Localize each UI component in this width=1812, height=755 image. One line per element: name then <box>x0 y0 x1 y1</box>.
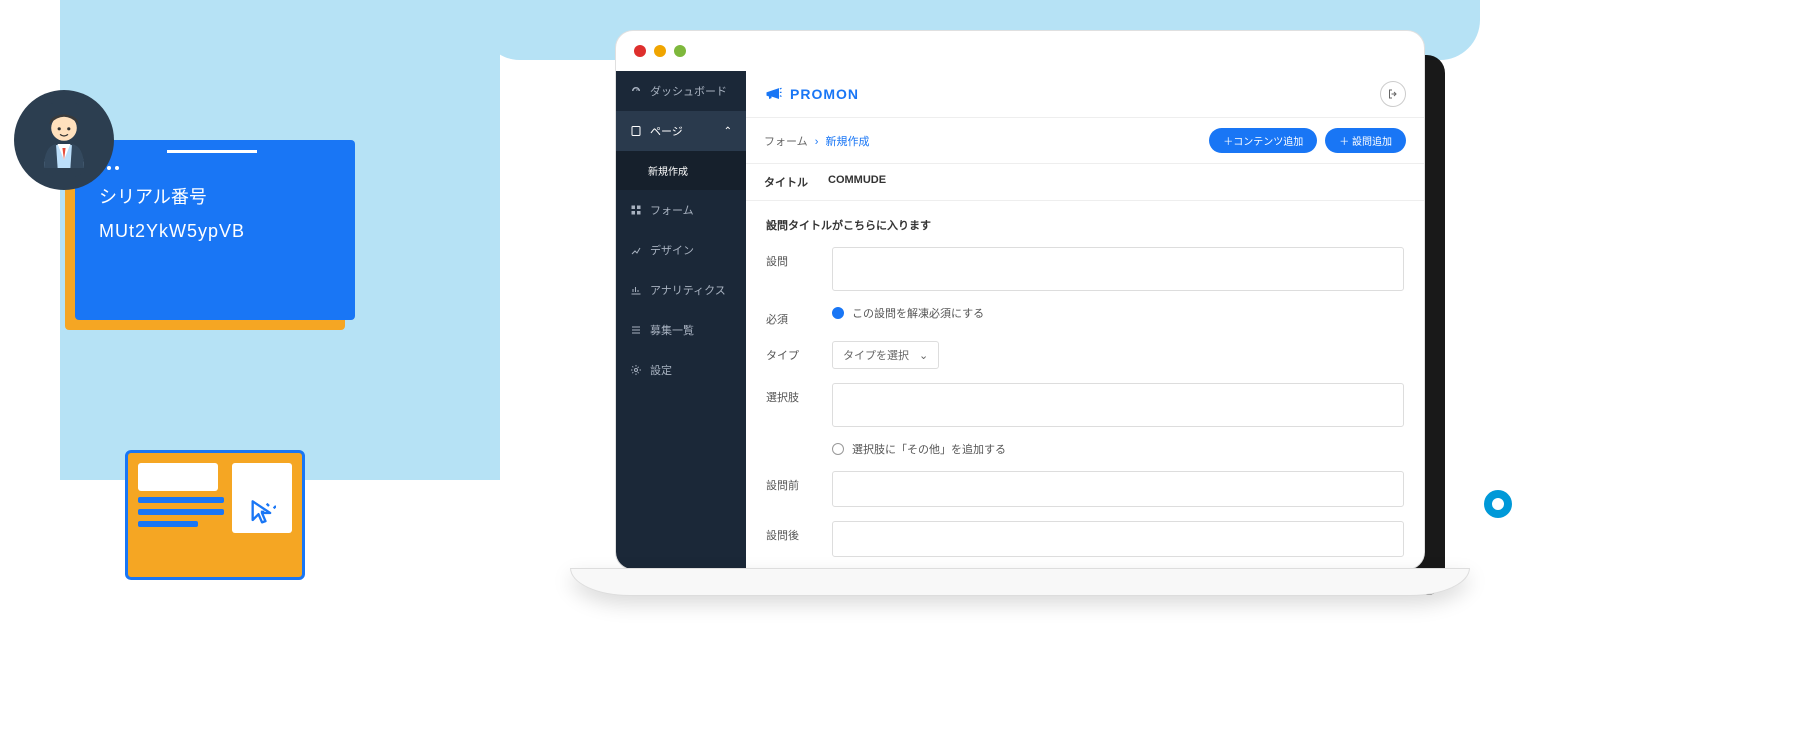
label-after: 設問後 <box>766 521 816 543</box>
sidebar-label: アナリティクス <box>650 282 726 298</box>
form-area: 設問タイトルがこちらに入ります 設問 必須 この設問を解凍必須にする タイプ <box>746 201 1424 570</box>
logout-icon <box>1387 88 1399 100</box>
design-icon <box>630 244 642 256</box>
megaphone-icon <box>764 84 784 104</box>
label-before: 設問前 <box>766 471 816 493</box>
minimize-dot-icon <box>654 45 666 57</box>
serial-card: シリアル番号 MUt2YkW5ypVB <box>75 140 355 320</box>
gear-icon <box>630 364 642 376</box>
after-input[interactable] <box>832 521 1404 557</box>
add-other-radio[interactable] <box>832 443 844 455</box>
page-icon <box>630 125 642 137</box>
brand-logo: PROMON <box>764 84 859 104</box>
label-spacer <box>766 441 816 447</box>
window-traffic-lights <box>616 31 1424 71</box>
label-question: 設問 <box>766 247 816 269</box>
sidebar-label: 募集一覧 <box>650 322 694 338</box>
connector-end-circle <box>1484 490 1512 518</box>
sidebar-item-page[interactable]: ページ ⌃ <box>616 111 746 151</box>
main-header: PROMON <box>746 71 1424 118</box>
breadcrumb-root[interactable]: フォーム <box>764 136 808 148</box>
sidebar-item-analytics[interactable]: アナリティクス <box>616 270 746 310</box>
label-options: 選択肢 <box>766 383 816 405</box>
sidebar-item-new[interactable]: 新規作成 <box>616 151 746 190</box>
brand-name: PROMON <box>790 86 859 102</box>
label-required: 必須 <box>766 305 816 327</box>
sidebar-label: ダッシュボード <box>650 83 727 99</box>
chart-icon <box>630 284 642 296</box>
add-other-text: 選択肢に「その他」を追加する <box>852 441 1006 457</box>
question-input[interactable] <box>832 247 1404 291</box>
sidebar-item-settings[interactable]: 設定 <box>616 350 746 390</box>
laptop-base <box>570 568 1470 596</box>
sidebar-label: フォーム <box>650 202 694 218</box>
sidebar-item-dashboard[interactable]: ダッシュボード <box>616 71 746 111</box>
sidebar-item-design[interactable]: デザイン <box>616 230 746 270</box>
logout-button[interactable] <box>1380 81 1406 107</box>
breadcrumb: フォーム › 新規作成 <box>764 133 869 149</box>
required-radio[interactable] <box>832 307 844 319</box>
chevron-up-icon: ⌃ <box>724 126 732 137</box>
form-section-title: 設問タイトルがこちらに入ります <box>766 217 1404 233</box>
laptop-screen: ダッシュボード ページ ⌃ 新規作成 フォーム デザイン <box>615 30 1425 570</box>
grid-icon <box>630 204 642 216</box>
breadcrumb-separator: › <box>815 136 819 148</box>
type-select[interactable]: タイプを選択 ⌄ <box>832 341 939 369</box>
sidebar-label: 設定 <box>650 362 672 378</box>
tab-title[interactable]: タイトル <box>764 174 808 190</box>
add-content-button[interactable]: ＋コンテンツ追加 <box>1209 128 1317 153</box>
sidebar-label: 新規作成 <box>648 163 688 178</box>
sidebar-label: ページ <box>650 123 683 139</box>
add-question-button[interactable]: ＋ 設問追加 <box>1325 128 1406 153</box>
sidebar-label: デザイン <box>650 242 694 258</box>
required-text: この設問を解凍必須にする <box>852 305 984 321</box>
maximize-dot-icon <box>674 45 686 57</box>
card-line <box>167 150 257 153</box>
list-icon <box>630 324 642 336</box>
sub-header: フォーム › 新規作成 ＋コンテンツ追加 ＋ 設問追加 <box>746 118 1424 164</box>
close-dot-icon <box>634 45 646 57</box>
serial-value: MUt2YkW5ypVB <box>99 221 331 242</box>
sidebar: ダッシュボード ページ ⌃ 新規作成 フォーム デザイン <box>616 71 746 569</box>
sidebar-item-recruit[interactable]: 募集一覧 <box>616 310 746 350</box>
tabs: タイトル COMMUDE <box>746 164 1424 201</box>
laptop-mockup: ダッシュボード ページ ⌃ 新規作成 フォーム デザイン <box>570 30 1470 630</box>
gauge-icon <box>630 85 642 97</box>
options-input[interactable] <box>832 383 1404 427</box>
sidebar-item-form[interactable]: フォーム <box>616 190 746 230</box>
avatar <box>14 90 114 190</box>
type-placeholder: タイプを選択 <box>843 347 909 363</box>
breadcrumb-current: 新規作成 <box>825 136 869 148</box>
cursor-icon <box>248 499 276 527</box>
tab-commude[interactable]: COMMUDE <box>828 174 886 190</box>
main-content: PROMON フォーム › 新規作成 ＋コンテンツ追加 ＋ 設問追加 <box>746 71 1424 569</box>
before-input[interactable] <box>832 471 1404 507</box>
label-type: タイプ <box>766 341 816 363</box>
serial-label: シリアル番号 <box>99 183 331 209</box>
mini-browser-illustration <box>125 450 305 580</box>
chevron-down-icon: ⌄ <box>919 349 928 362</box>
